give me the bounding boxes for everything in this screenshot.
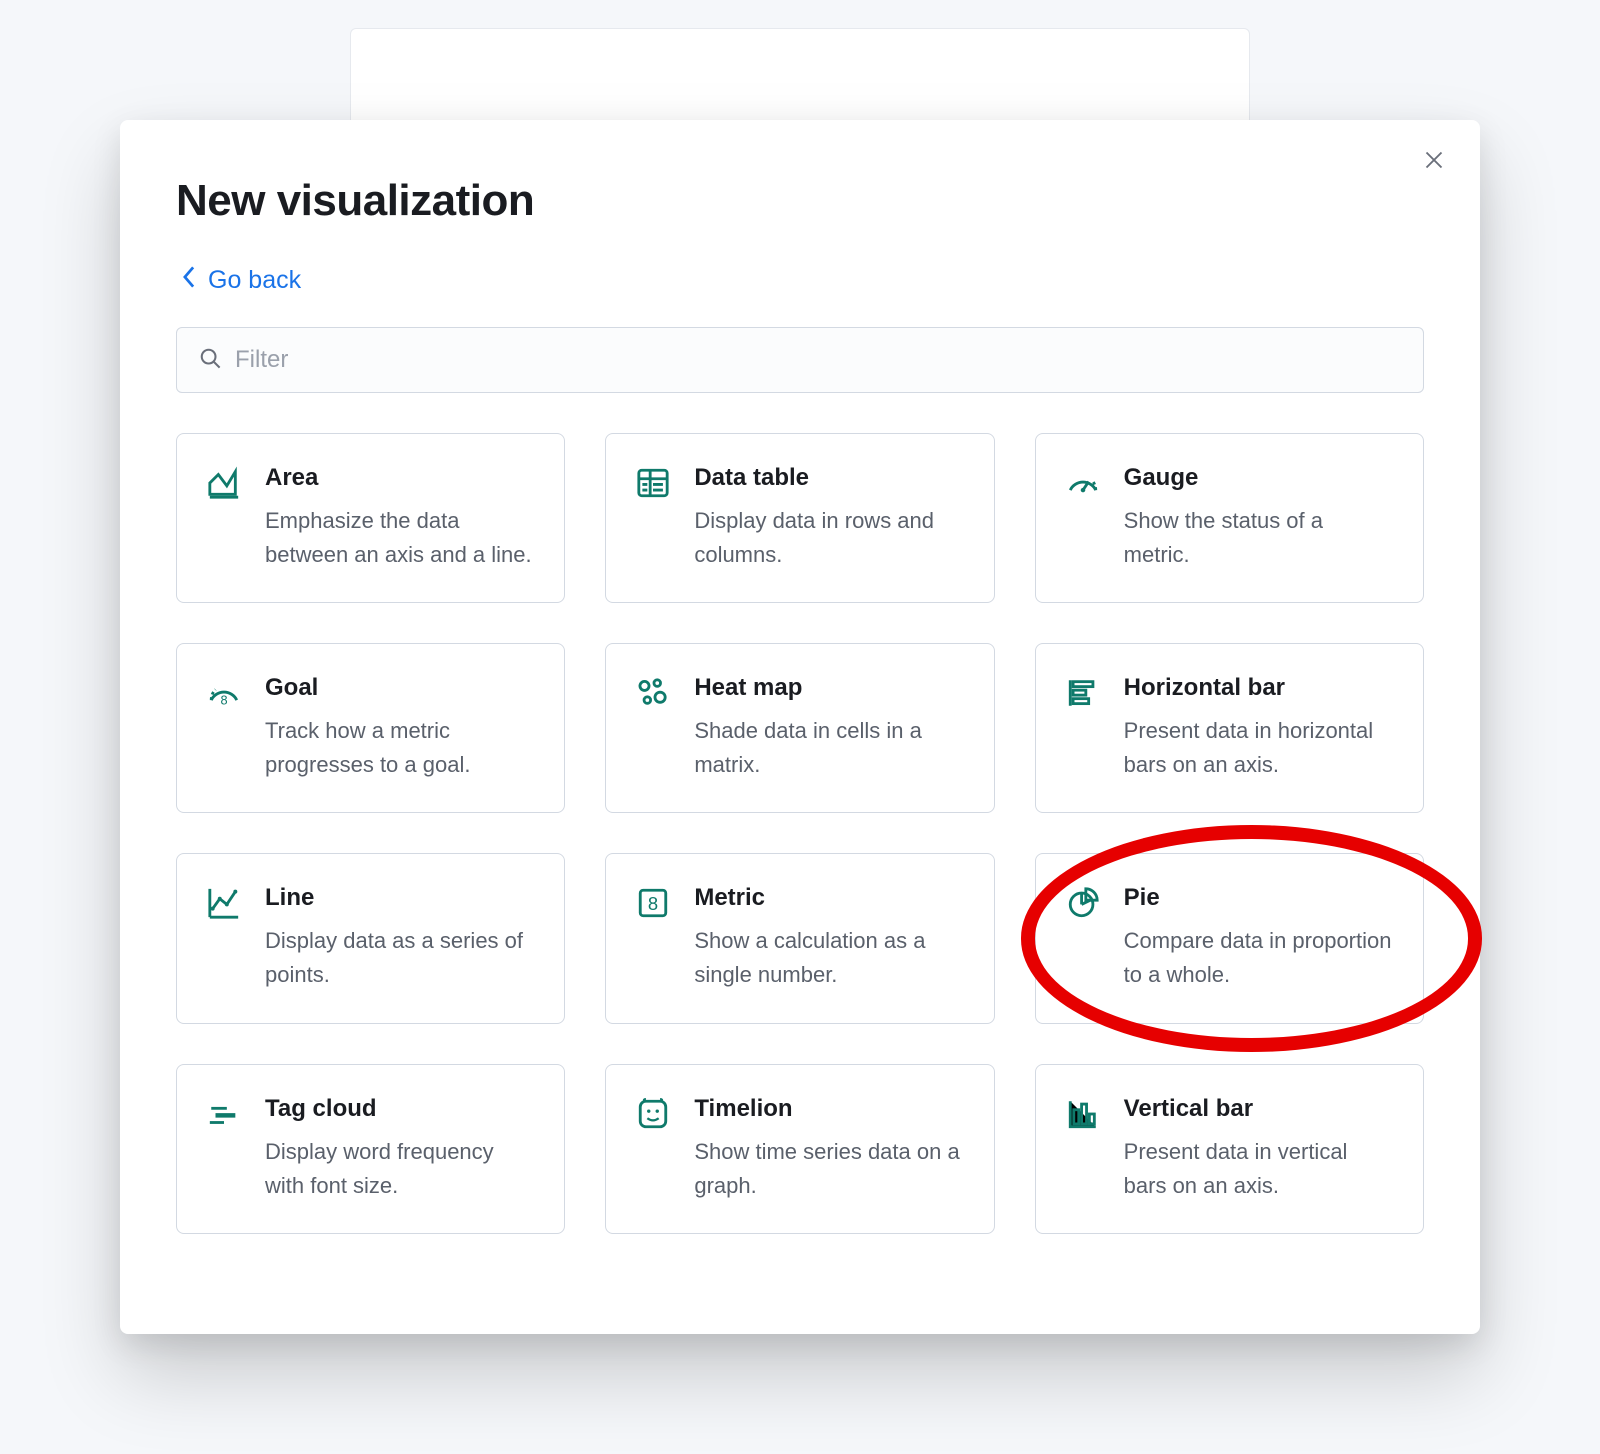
card-body: Horizontal bar Present data in horizontal… [1124, 674, 1393, 782]
card-title: Goal [265, 674, 534, 702]
horizontal-bar-icon [1066, 676, 1100, 710]
card-body: Metric Show a calculation as a single num… [694, 884, 963, 992]
viz-card-vertical-bar[interactable]: Vertical bar Present data in vertical bar… [1035, 1064, 1424, 1234]
card-description: Display data in rows and columns. [694, 504, 963, 572]
card-title: Horizontal bar [1124, 674, 1393, 702]
viz-card-pie[interactable]: Pie Compare data in proportion to a whole… [1035, 853, 1424, 1023]
card-title: Pie [1124, 884, 1393, 912]
viz-card-timelion[interactable]: Timelion Show time series data on a graph… [605, 1064, 994, 1234]
goal-icon [207, 676, 241, 710]
line-icon [207, 886, 241, 920]
filter-field[interactable] [176, 327, 1424, 393]
card-body: Tag cloud Display word frequency with fon… [265, 1095, 534, 1203]
card-body: Gauge Show the status of a metric. [1124, 464, 1393, 572]
viz-card-area[interactable]: Area Emphasize the data between an axis a… [176, 433, 565, 603]
card-body: Vertical bar Present data in vertical bar… [1124, 1095, 1393, 1203]
card-body: Pie Compare data in proportion to a whole… [1124, 884, 1393, 992]
go-back-link[interactable]: Go back [182, 266, 301, 295]
timelion-icon [636, 1097, 670, 1131]
card-title: Heat map [694, 674, 963, 702]
card-description: Show a calculation as a single number. [694, 924, 963, 992]
card-body: Timelion Show time series data on a graph… [694, 1095, 963, 1203]
viz-card-heat-map[interactable]: Heat map Shade data in cells in a matrix. [605, 643, 994, 813]
card-description: Track how a metric progresses to a goal. [265, 714, 534, 782]
visualization-grid: Area Emphasize the data between an axis a… [176, 433, 1424, 1234]
card-description: Present data in horizontal bars on an ax… [1124, 714, 1393, 782]
heatmap-icon [636, 676, 670, 710]
card-description: Display word frequency with font size. [265, 1135, 534, 1203]
viz-card-gauge[interactable]: Gauge Show the status of a metric. [1035, 433, 1424, 603]
card-body: Data table Display data in rows and colum… [694, 464, 963, 572]
close-button[interactable] [1416, 144, 1452, 180]
viz-card-horizontal-bar[interactable]: Horizontal bar Present data in horizontal… [1035, 643, 1424, 813]
area-icon [207, 466, 241, 500]
viz-card-data-table[interactable]: Data table Display data in rows and colum… [605, 433, 994, 603]
card-body: Line Display data as a series of points. [265, 884, 534, 992]
card-body: Heat map Shade data in cells in a matrix. [694, 674, 963, 782]
tag-cloud-icon [207, 1097, 241, 1131]
card-description: Shade data in cells in a matrix. [694, 714, 963, 782]
card-body: Area Emphasize the data between an axis a… [265, 464, 534, 572]
card-description: Present data in vertical bars on an axis… [1124, 1135, 1393, 1203]
close-icon [1424, 150, 1444, 175]
go-back-label: Go back [208, 266, 301, 295]
viz-card-line[interactable]: Line Display data as a series of points. [176, 853, 565, 1023]
chevron-left-icon [182, 266, 196, 295]
card-title: Data table [694, 464, 963, 492]
search-icon [199, 347, 221, 374]
card-title: Tag cloud [265, 1095, 534, 1123]
pie-icon [1066, 886, 1100, 920]
gauge-icon [1066, 466, 1100, 500]
vertical-bar-icon [1066, 1097, 1100, 1131]
modal-title: New visualization [176, 176, 1424, 226]
card-title: Line [265, 884, 534, 912]
card-description: Compare data in proportion to a whole. [1124, 924, 1393, 992]
card-description: Emphasize the data between an axis and a… [265, 504, 534, 572]
card-description: Show the status of a metric. [1124, 504, 1393, 572]
filter-input[interactable] [235, 346, 1401, 374]
viz-card-goal[interactable]: Goal Track how a metric progresses to a g… [176, 643, 565, 813]
viz-card-metric[interactable]: Metric Show a calculation as a single num… [605, 853, 994, 1023]
viz-card-tag-cloud[interactable]: Tag cloud Display word frequency with fon… [176, 1064, 565, 1234]
metric-icon [636, 886, 670, 920]
card-description: Show time series data on a graph. [694, 1135, 963, 1203]
card-title: Gauge [1124, 464, 1393, 492]
card-description: Display data as a series of points. [265, 924, 534, 992]
card-body: Goal Track how a metric progresses to a g… [265, 674, 534, 782]
new-visualization-modal: New visualization Go back Area Emphasize … [120, 120, 1480, 1334]
card-title: Metric [694, 884, 963, 912]
card-title: Timelion [694, 1095, 963, 1123]
card-title: Vertical bar [1124, 1095, 1393, 1123]
card-title: Area [265, 464, 534, 492]
data-table-icon [636, 466, 670, 500]
